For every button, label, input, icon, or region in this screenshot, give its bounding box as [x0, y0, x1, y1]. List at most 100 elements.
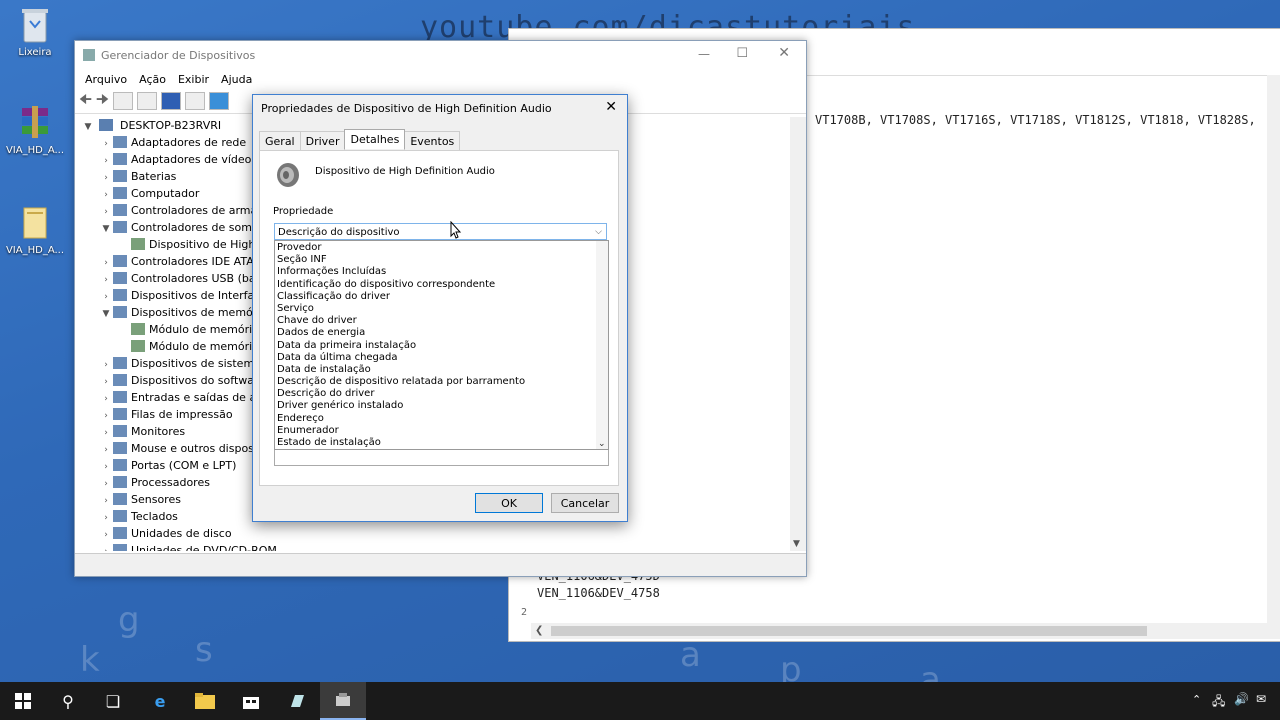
recycle-bin-icon[interactable]: Lixeira — [0, 6, 70, 58]
dropdown-option[interactable]: Endereço — [275, 413, 608, 425]
dropdown-option[interactable]: Data da última chegada — [275, 352, 608, 364]
device-category-icon — [113, 442, 127, 454]
dropdown-option[interactable]: Data da primeira instalação — [275, 340, 608, 352]
device-category-icon — [113, 204, 127, 216]
volume-icon[interactable]: 🔊 — [1234, 692, 1249, 706]
dropdown-option[interactable]: Driver genérico instalado — [275, 400, 608, 412]
dropdown-option[interactable]: Data de instalação — [275, 364, 608, 376]
network-icon[interactable]: 🖧 — [1212, 692, 1225, 713]
tree-category[interactable]: › Unidades de DVD/CD-ROM — [77, 542, 789, 551]
vertical-scrollbar[interactable]: ▼ — [790, 117, 806, 551]
app-icon[interactable] — [274, 682, 320, 720]
scroll-thumb[interactable] — [551, 626, 1147, 636]
tree-item-label: Adaptadores de rede — [131, 136, 247, 149]
dropdown-option[interactable]: Descrição de dispositivo relatada por ba… — [275, 376, 608, 388]
device-category-icon — [113, 425, 127, 437]
title-bar: Gerenciador de Dispositivos — ☐ ✕ — [75, 41, 806, 69]
close-icon[interactable]: ✕ — [778, 45, 790, 61]
tab-detalhes[interactable]: Detalhes — [344, 129, 406, 149]
chevron-left-icon[interactable]: ❮ — [535, 625, 543, 636]
folder-icon-desktop[interactable]: VIA_HD_A... — [0, 204, 70, 256]
folder-icon — [18, 204, 52, 242]
property-select-value: Descrição do dispositivo — [278, 227, 400, 238]
details-panel: Dispositivo de High Definition Audio Pro… — [259, 150, 619, 486]
tree-item-label: Sensores — [131, 493, 181, 506]
device-category-icon — [131, 323, 145, 335]
device-manager-icon — [83, 49, 95, 61]
menu-exibir[interactable]: Exibir — [172, 73, 215, 86]
windows-start-icon[interactable] — [0, 682, 46, 720]
chevron-up-icon[interactable]: ⌃ — [1192, 693, 1201, 706]
tree-category[interactable]: › Unidades de disco — [77, 525, 789, 542]
menu-bar: Arquivo Ação Exibir Ajuda — [75, 69, 806, 89]
tab-eventos[interactable]: Eventos — [404, 131, 461, 151]
menu-arquivo[interactable]: Arquivo — [79, 73, 133, 86]
tree-item-label: Baterias — [131, 170, 177, 183]
update-icon[interactable] — [137, 92, 158, 110]
tree-item-label: Dispositivos de Interface — [131, 289, 268, 302]
menu-ajuda[interactable]: Ajuda — [215, 73, 258, 86]
minimize-icon[interactable]: — — [698, 47, 710, 61]
chevron-down-icon[interactable]: ⌵ — [595, 224, 602, 241]
trash-icon — [18, 6, 52, 44]
chevron-right-icon[interactable]: › — [99, 544, 113, 551]
chevron-down-icon[interactable]: ▼ — [793, 539, 800, 549]
properties-dialog[interactable]: Propriedades de Dispositivo de High Defi… — [252, 94, 628, 522]
dropdown-option[interactable]: Estado de instalação — [275, 437, 608, 449]
device-category-icon — [113, 170, 127, 182]
dropdown-option[interactable]: Informações Incluídas — [275, 266, 608, 278]
device-category-icon — [113, 289, 127, 301]
ok-button[interactable]: OK — [475, 493, 543, 513]
maximize-icon[interactable]: ☐ — [736, 46, 748, 61]
tree-item-label: Módulo de memória — [149, 323, 259, 336]
monitor-icon[interactable] — [209, 92, 230, 110]
dropdown-option[interactable]: Identificação do dispositivo corresponde… — [275, 279, 608, 291]
device-category-icon — [113, 544, 127, 551]
help-icon[interactable] — [161, 92, 182, 110]
notification-icon[interactable]: ✉ — [1256, 692, 1266, 706]
dropdown-option[interactable]: Enumerador — [275, 425, 608, 437]
device-manager-taskbar-icon[interactable] — [320, 682, 366, 720]
tree-item-label: Teclados — [131, 510, 178, 523]
view-icon[interactable] — [185, 92, 206, 110]
properties-icon[interactable] — [113, 92, 134, 110]
property-dropdown-list[interactable]: Provedor Seção INF Informações Incluídas Id… — [274, 240, 609, 450]
task-view-icon[interactable]: ❏ — [90, 682, 136, 720]
device-category-icon — [113, 476, 127, 488]
dropdown-option[interactable]: Chave do driver — [275, 315, 608, 327]
device-category-icon — [113, 391, 127, 403]
back-arrow-icon[interactable]: 🠈 — [79, 89, 92, 113]
winrar-archive-icon[interactable]: VIA_HD_A... — [0, 104, 70, 156]
tab-strip: Geral Driver Detalhes Eventos — [259, 129, 461, 151]
window-title: Gerenciador de Dispositivos — [101, 48, 256, 62]
search-icon[interactable]: ⚲ — [45, 682, 91, 720]
cancel-button[interactable]: Cancelar — [551, 493, 619, 513]
taskbar: ⚲ ❏ e ⌃ 🖧 🔊 ✉ — [0, 682, 1280, 720]
store-icon[interactable] — [228, 682, 274, 720]
dropdown-option[interactable]: Provedor — [275, 242, 608, 254]
forward-arrow-icon[interactable]: 🠊 — [96, 89, 109, 113]
dropdown-option[interactable]: Classificação do driver — [275, 291, 608, 303]
horizontal-scrollbar[interactable]: ❮ — [531, 623, 1280, 639]
property-select[interactable]: Descrição do dispositivo ⌵ — [274, 223, 607, 240]
close-icon[interactable]: ✕ — [605, 99, 617, 115]
line-number: 2 — [521, 607, 528, 618]
edge-icon[interactable]: e — [137, 682, 183, 720]
device-category-icon — [113, 272, 127, 284]
file-explorer-icon[interactable] — [182, 682, 228, 720]
dropdown-option[interactable]: Serviço — [275, 303, 608, 315]
tree-item-label: Unidades de DVD/CD-ROM — [131, 544, 277, 551]
dropdown-option[interactable]: Dados de energia — [275, 327, 608, 339]
dropdown-scrollbar[interactable]: ⌄ — [596, 241, 608, 449]
device-category-icon — [113, 153, 127, 165]
chevron-down-icon[interactable]: ⌄ — [598, 439, 606, 449]
tab-driver[interactable]: Driver — [299, 131, 346, 151]
tree-item-label: Controladores de armaz — [131, 204, 264, 217]
device-category-icon — [113, 255, 127, 267]
tab-geral[interactable]: Geral — [259, 131, 301, 151]
tree-item-label: Portas (COM e LPT) — [131, 459, 237, 472]
menu-acao[interactable]: Ação — [133, 73, 172, 86]
dropdown-option[interactable]: Seção INF — [275, 254, 608, 266]
vertical-scrollbar[interactable] — [1267, 75, 1280, 623]
dropdown-option[interactable]: Descrição do driver — [275, 388, 608, 400]
